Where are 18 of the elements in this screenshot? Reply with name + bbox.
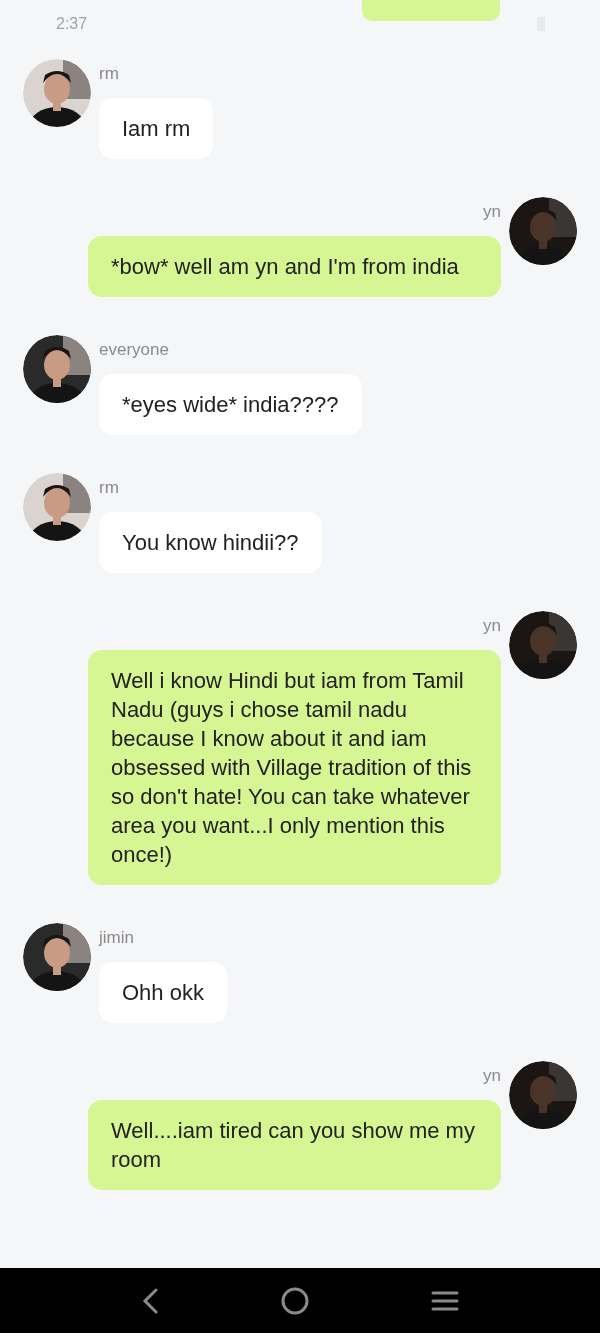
sender-name: yn [483, 615, 501, 637]
message-bubble: *eyes wide* india???? [99, 374, 362, 435]
message-bubble: Iam rm [99, 98, 214, 159]
sender-name: yn [483, 201, 501, 223]
message-bubble: Well i know Hindi but iam from Tamil Nadu (guys i chose tamil nadu because I know about it and iam obsessed with Village tradition of this so don't hate! You can take whatever area you want...I only mention this once!) [88, 650, 501, 885]
back-icon[interactable] [141, 1287, 159, 1314]
sender-name: rm [99, 477, 119, 499]
sender-name: rm [99, 63, 119, 85]
sender-name: everyone [99, 339, 169, 361]
home-icon[interactable] [281, 1286, 309, 1315]
status-time: 2:37 [56, 14, 88, 34]
message-bubble: Well....iam tired can you show me my room [88, 1100, 501, 1190]
message-bubble: Ohh okk [99, 962, 227, 1023]
sender-name: jimin [99, 927, 134, 949]
sender-name: yn [483, 1065, 501, 1087]
menu-icon[interactable] [431, 1289, 459, 1312]
message-bubble: *bow* well am yn and I'm from india [88, 236, 501, 297]
message-bubble: You know hindii?? [99, 512, 322, 573]
